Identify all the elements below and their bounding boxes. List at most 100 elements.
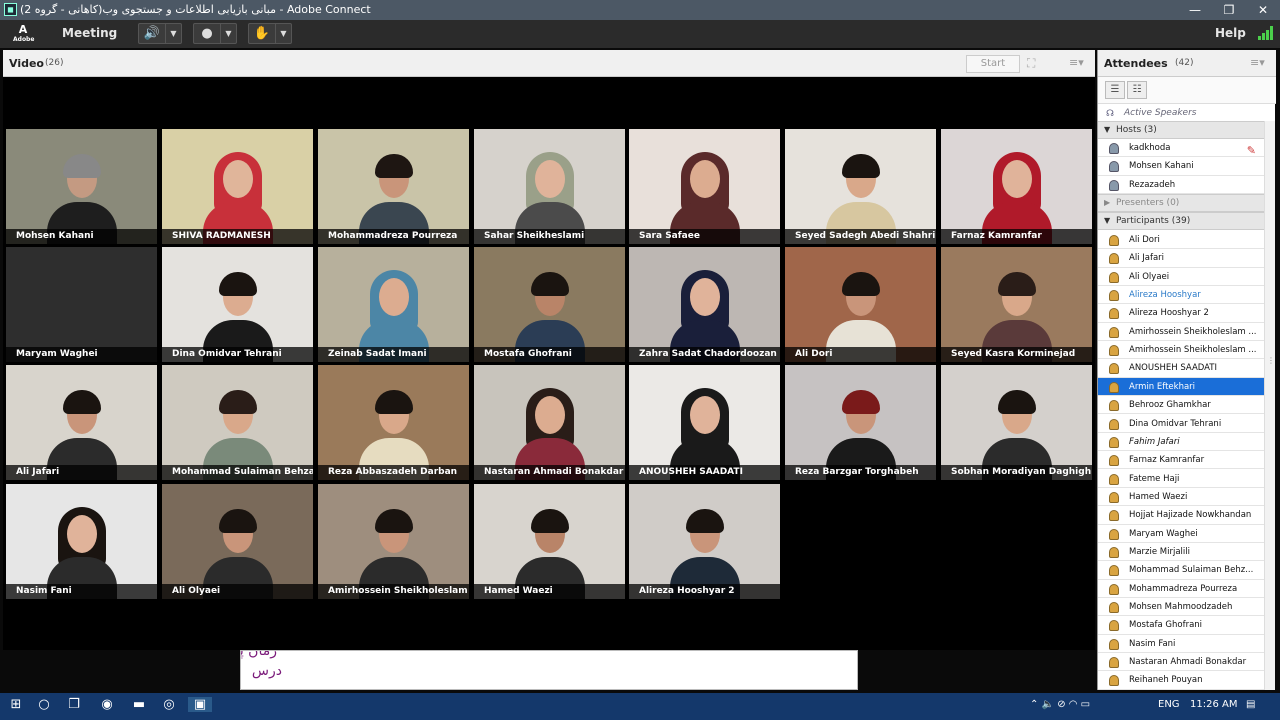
speaker-icon: 🔊 xyxy=(143,26,161,41)
participant-icon xyxy=(1109,473,1119,485)
start-webcam-button[interactable]: Start xyxy=(966,55,1020,73)
task-view-icon[interactable]: ❐ xyxy=(62,697,86,712)
adobe-connect-taskbar-icon[interactable]: ▣ xyxy=(188,697,212,712)
video-tile[interactable]: Seyed Sadegh Abedi Shahri xyxy=(785,129,936,244)
menu-meeting[interactable]: Meeting xyxy=(62,26,117,40)
maximize-button[interactable]: ❐ xyxy=(1212,0,1246,20)
participant-row[interactable]: Dina Omidvar Tehrani xyxy=(1098,415,1264,433)
video-tile[interactable]: Ali Dori xyxy=(785,247,936,362)
video-tile[interactable]: Dina Omidvar Tehrani xyxy=(162,247,313,362)
participant-icon xyxy=(1109,546,1119,558)
menu-help[interactable]: Help xyxy=(1215,26,1246,40)
active-speakers: ☊ Active Speakers xyxy=(1098,103,1276,121)
minimize-button[interactable]: — xyxy=(1178,0,1212,20)
app-icon[interactable]: ◎ xyxy=(157,697,181,712)
participant-row[interactable]: Mostafa Ghofrani xyxy=(1098,616,1264,635)
participant-icon xyxy=(1109,400,1119,412)
participant-row[interactable]: Marzie Mirjalili xyxy=(1098,543,1264,562)
notifications-icon[interactable]: ▤ xyxy=(1246,699,1255,710)
participant-icon xyxy=(1109,326,1119,338)
video-name-label: Maryam Waghei xyxy=(6,347,157,362)
video-tile[interactable]: Seyed Kasra Korminejad xyxy=(941,247,1092,362)
participant-row[interactable]: Behrooz Ghamkhar xyxy=(1098,396,1264,415)
video-tile[interactable]: Mostafa Ghofrani xyxy=(474,247,625,362)
participant-row[interactable]: Mohammad Sulaiman Behz... xyxy=(1098,561,1264,580)
attendees-scrollbar[interactable]: ⋮ xyxy=(1264,121,1275,690)
chevron-down-icon[interactable]: ▼ xyxy=(165,24,181,43)
input-language[interactable]: ENG xyxy=(1158,699,1180,710)
clock[interactable]: 11:26 AM xyxy=(1190,699,1237,710)
host-row[interactable]: Mohsen Kahani xyxy=(1098,157,1264,176)
notes-line-1: زمان پرسش و پاسخ در اوره xyxy=(240,650,277,659)
fullscreen-icon[interactable]: ⛶ xyxy=(1027,56,1035,71)
video-tile[interactable]: Maryam Waghei xyxy=(6,247,157,362)
video-tile[interactable]: Sahar Sheikheslami xyxy=(474,129,625,244)
close-button[interactable]: ✕ xyxy=(1246,0,1280,20)
video-tile[interactable]: Amirhossein Sheikholeslam M... xyxy=(318,484,469,599)
video-tile[interactable]: Nastaran Ahmadi Bonakdar xyxy=(474,365,625,480)
video-tile[interactable]: Farnaz Kamranfar xyxy=(941,129,1092,244)
video-name-label: Ali Jafari xyxy=(6,465,157,480)
video-tile[interactable]: Hamed Waezi xyxy=(474,484,625,599)
presenters-group[interactable]: ▶ Presenters (0) xyxy=(1098,194,1264,212)
participant-row[interactable]: Alireza Hooshyar 2 xyxy=(1098,304,1264,323)
participant-row[interactable]: Nastaran Ahmadi Bonakdar xyxy=(1098,653,1264,672)
video-name-label: Zahra Sadat Chadordoozan xyxy=(629,347,780,362)
chrome-icon[interactable]: ◉ xyxy=(95,697,119,712)
pod-menu-icon[interactable]: ≡▾ xyxy=(1250,56,1265,69)
video-tile[interactable]: Sobhan Moradiyan Daghigh xyxy=(941,365,1092,480)
participant-row[interactable]: Mohsen Mahmoodzadeh xyxy=(1098,598,1264,617)
scroll-grip-icon[interactable]: ⋮ xyxy=(1267,356,1275,365)
video-tile[interactable]: Sara Safaee xyxy=(629,129,780,244)
video-tile[interactable]: ANOUSHEH SAADATI xyxy=(629,365,780,480)
search-icon[interactable]: ○ xyxy=(32,697,56,712)
video-tile[interactable]: Ali Jafari xyxy=(6,365,157,480)
video-tile[interactable]: Zahra Sadat Chadordoozan xyxy=(629,247,780,362)
host-row[interactable]: Rezazadeh xyxy=(1098,176,1264,194)
video-tile[interactable]: SHIVA RADMANESH xyxy=(162,129,313,244)
participant-row[interactable]: Armin Eftekhari xyxy=(1098,377,1264,397)
video-tile[interactable]: Nasim Fani xyxy=(6,484,157,599)
participant-row[interactable]: Nasim Fani xyxy=(1098,635,1264,653)
participant-row[interactable]: Maryam Waghei xyxy=(1098,525,1264,543)
participant-row[interactable]: Reihaneh Pouyan xyxy=(1098,671,1264,690)
video-tile[interactable]: Reza Abbaszadeh Darban xyxy=(318,365,469,480)
windows-taskbar: ⊞ ○ ❐ ◉ ▬ ◎ ▣ ⌃ 🔈 ⊘ ◠ ▭ ENG 11:26 AM ▤ xyxy=(0,693,1280,720)
participant-row[interactable]: Farnaz Kamranfar xyxy=(1098,451,1264,470)
connection-signal-icon xyxy=(1258,26,1273,40)
participant-row[interactable]: ANOUSHEH SAADATI xyxy=(1098,359,1264,378)
participant-row[interactable]: Hojjat Hajizade Nowkhandan xyxy=(1098,506,1264,525)
participant-row[interactable]: Ali Dori xyxy=(1098,231,1264,250)
chevron-down-icon[interactable]: ▼ xyxy=(275,24,291,43)
speaker-toggle[interactable]: 🔊 ▼ xyxy=(138,23,182,44)
hosts-group[interactable]: ▼ Hosts (3) xyxy=(1098,121,1264,139)
participant-icon xyxy=(1109,675,1119,687)
participants-group[interactable]: ▼ Participants (39) xyxy=(1098,212,1264,230)
video-tile[interactable]: Mohammad Sulaiman Behzad 2 xyxy=(162,365,313,480)
raise-hand-toggle[interactable]: ✋ ▼ xyxy=(248,23,292,44)
participant-row[interactable]: Ali Olyaei xyxy=(1098,268,1264,286)
video-tile[interactable]: Zeinab Sadat Imani xyxy=(318,247,469,362)
participant-row[interactable]: Hamed Waezi xyxy=(1098,488,1264,507)
pod-menu-icon[interactable]: ≡▾ xyxy=(1069,56,1084,69)
participant-row[interactable]: Mohammadreza Pourreza xyxy=(1098,580,1264,598)
video-tile[interactable]: Ali Olyaei xyxy=(162,484,313,599)
participant-row[interactable]: Fateme Haji xyxy=(1098,470,1264,488)
video-tile[interactable]: Mohammadreza Pourreza xyxy=(318,129,469,244)
video-tile[interactable]: Alireza Hooshyar 2 xyxy=(629,484,780,599)
video-tile[interactable]: Mohsen Kahani xyxy=(6,129,157,244)
participant-row[interactable]: Amirhossein Sheikholeslam ... xyxy=(1098,341,1264,360)
host-row[interactable]: kadkhoda ✎ xyxy=(1098,139,1264,158)
chevron-down-icon[interactable]: ▼ xyxy=(220,24,236,43)
participant-row[interactable]: Alireza Hooshyar xyxy=(1098,286,1264,305)
video-tile[interactable]: Reza Barzgar Torghabeh xyxy=(785,365,936,480)
status-view-icon[interactable]: ☷ xyxy=(1127,81,1147,99)
webcam-toggle[interactable]: ● ▼ xyxy=(193,23,237,44)
participant-icon xyxy=(1109,253,1119,265)
file-explorer-icon[interactable]: ▬ xyxy=(127,697,151,712)
participant-row[interactable]: Ali Jafari xyxy=(1098,249,1264,268)
list-view-icon[interactable]: ☰ xyxy=(1105,81,1125,99)
participant-row[interactable]: Amirhossein Sheikholeslam ... xyxy=(1098,323,1264,342)
windows-start-icon[interactable]: ⊞ xyxy=(4,697,28,712)
participant-row[interactable]: Fahim Jafari xyxy=(1098,433,1264,452)
